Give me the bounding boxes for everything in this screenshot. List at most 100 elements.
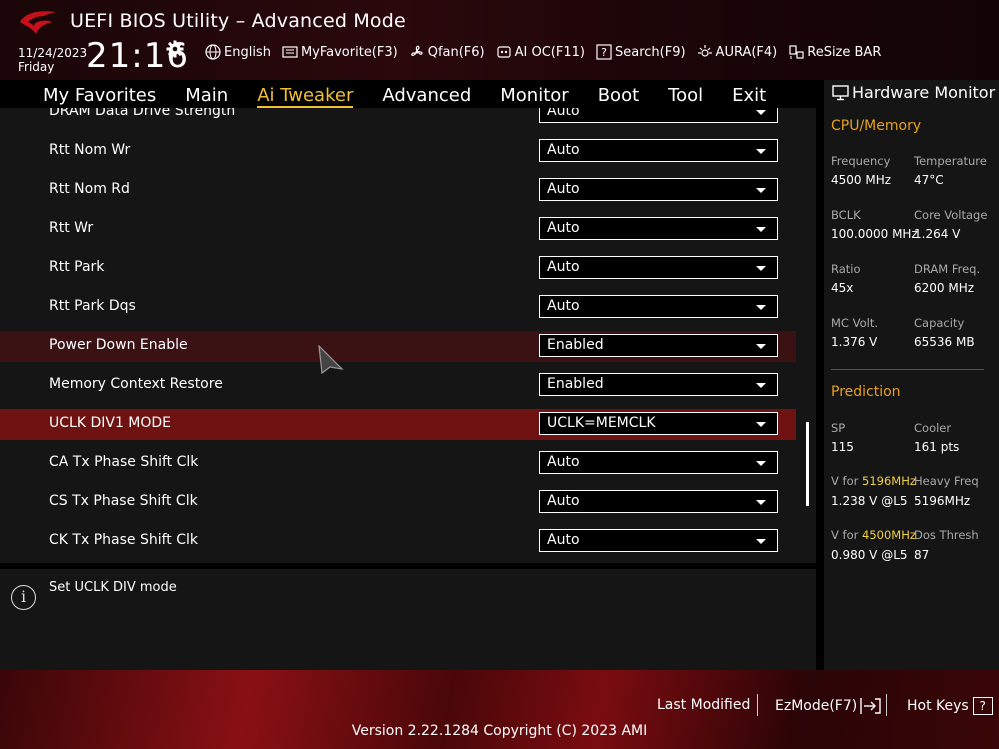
dropdown-value: Auto — [547, 532, 580, 548]
setting-row-ck-tx-phase-shift-clk[interactable]: CK Tx Phase Shift Clk Auto — [0, 526, 796, 557]
cooler-value: 161 pts — [914, 440, 960, 454]
rog-logo-icon — [20, 11, 56, 34]
cooler-label: Cooler — [914, 421, 952, 435]
scrollbar[interactable] — [806, 422, 809, 506]
chevron-down-icon — [756, 539, 766, 544]
v-for-text: V for — [831, 528, 859, 542]
setting-label: Power Down Enable — [49, 337, 188, 353]
dropdown-value: Auto — [547, 454, 580, 470]
chevron-down-icon — [756, 344, 766, 349]
setting-label: Rtt Park — [49, 259, 105, 275]
dram-freq-label: DRAM Freq. — [914, 262, 981, 276]
chevron-down-icon — [756, 188, 766, 193]
setting-dropdown[interactable]: Auto — [539, 295, 778, 318]
v-for-freq2-label: V for 4500MHz — [831, 528, 916, 542]
search-label: Search(F9) — [614, 44, 686, 60]
core-voltage-label: Core Voltage — [914, 208, 988, 222]
tab-tool[interactable]: Tool — [668, 84, 703, 108]
svg-text:?: ? — [601, 46, 607, 59]
aura-label: AURA(F4) — [715, 44, 778, 60]
setting-label: CK Tx Phase Shift Clk — [49, 532, 198, 548]
section-divider — [831, 369, 984, 370]
tab-ai-tweaker[interactable]: Ai Tweaker — [257, 84, 354, 108]
setting-label: CA Tx Phase Shift Clk — [49, 454, 199, 470]
fan-icon — [410, 45, 423, 56]
date-display: 11/24/2023 Friday — [18, 46, 87, 74]
myfavorite-button[interactable]: MyFavorite(F3) — [282, 44, 398, 60]
search-button[interactable]: ? Search(F9) — [596, 44, 686, 60]
dropdown-value: Auto — [547, 298, 580, 314]
setting-dropdown[interactable]: Auto — [539, 490, 778, 513]
resize-bar-button[interactable]: ReSize BAR — [788, 44, 881, 60]
setting-dropdown[interactable]: Auto — [539, 256, 778, 279]
setting-row-ca-tx-phase-shift-clk[interactable]: CA Tx Phase Shift Clk Auto — [0, 448, 796, 479]
setting-row-dram-data-drive-strength[interactable]: DRAM Data Drive Strength Auto — [0, 108, 796, 128]
version-text: Version 2.22.1284 Copyright (C) 2023 AMI — [351, 723, 648, 739]
ezmode-button[interactable]: EzMode(F7) — [775, 697, 882, 715]
setting-row-rtt-wr[interactable]: Rtt Wr Auto — [0, 214, 796, 245]
setting-dropdown[interactable]: UCLK=MEMCLK — [539, 412, 778, 435]
setting-dropdown[interactable]: Auto — [539, 451, 778, 474]
setting-row-rtt-nom-rd[interactable]: Rtt Nom Rd Auto — [0, 175, 796, 206]
favorite-icon — [282, 46, 298, 58]
settings-list: DRAM Data Drive Strength Auto Rtt Nom Wr… — [0, 108, 816, 563]
qfan-button[interactable]: Qfan(F6) — [409, 44, 485, 60]
temperature-value: 47°C — [914, 173, 944, 187]
setting-dropdown[interactable]: Auto — [539, 529, 778, 552]
setting-label: CS Tx Phase Shift Clk — [49, 493, 198, 509]
info-icon: i — [11, 585, 36, 610]
setting-row-rtt-park-dqs[interactable]: Rtt Park Dqs Auto — [0, 292, 796, 323]
setting-row-rtt-nom-wr[interactable]: Rtt Nom Wr Auto — [0, 136, 796, 167]
setting-label: Rtt Nom Rd — [49, 181, 130, 197]
setting-label: Rtt Wr — [49, 220, 94, 236]
resize-bar-label: ReSize BAR — [807, 44, 882, 60]
ai-oc-icon — [497, 46, 511, 58]
dropdown-value: Auto — [547, 181, 580, 197]
chevron-down-icon — [756, 383, 766, 388]
setting-label: Rtt Nom Wr — [49, 142, 131, 158]
setting-label: Rtt Park Dqs — [49, 298, 136, 314]
language-button[interactable]: English — [205, 44, 271, 60]
chevron-down-icon — [756, 461, 766, 466]
mouse-cursor-icon — [318, 345, 344, 375]
hot-keys-label: Hot Keys — [907, 698, 969, 714]
setting-label: Memory Context Restore — [49, 376, 223, 392]
tab-advanced[interactable]: Advanced — [382, 84, 471, 108]
tab-my-favorites[interactable]: My Favorites — [43, 84, 156, 108]
gear-icon[interactable] — [166, 40, 184, 58]
setting-row-rtt-park[interactable]: Rtt Park Auto — [0, 253, 796, 284]
ratio-value: 45x — [831, 281, 854, 295]
v-for-freq1-value: 1.238 V @L5 — [831, 494, 908, 508]
heavy-freq-label: Heavy Freq — [914, 474, 979, 488]
tab-boot[interactable]: Boot — [598, 84, 639, 108]
setting-row-cs-tx-phase-shift-clk[interactable]: CS Tx Phase Shift Clk Auto — [0, 487, 796, 518]
ai-oc-button[interactable]: AI OC(F11) — [496, 44, 585, 60]
help-text: Set UCLK DIV mode — [49, 580, 177, 595]
help-panel: i Set UCLK DIV mode — [0, 569, 816, 670]
setting-dropdown[interactable]: Auto — [539, 108, 778, 123]
setting-row-power-down-enable[interactable]: Power Down Enable Enabled — [0, 331, 796, 362]
setting-row-memory-context-restore[interactable]: Memory Context Restore Enabled — [0, 370, 796, 401]
tab-main[interactable]: Main — [185, 84, 228, 108]
setting-dropdown[interactable]: Auto — [539, 178, 778, 201]
hot-keys-button[interactable]: Hot Keys ? — [907, 697, 993, 715]
aura-button[interactable]: AURA(F4) — [697, 44, 778, 60]
hardware-monitor-panel: Hardware Monitor CPU/Memory Frequency 45… — [824, 80, 999, 670]
core-voltage-value: 1.264 V — [914, 227, 961, 241]
footer-bar: Last Modified EzMode(F7) Hot Keys ? Vers… — [0, 670, 999, 749]
last-modified-button[interactable]: Last Modified — [657, 697, 750, 713]
tab-exit[interactable]: Exit — [732, 84, 766, 108]
sp-label: SP — [831, 421, 846, 435]
v-for-freq2-value: 0.980 V @L5 — [831, 548, 908, 562]
hardware-monitor-title: Hardware Monitor — [832, 83, 995, 102]
setting-dropdown[interactable]: Enabled — [539, 373, 778, 396]
chevron-down-icon — [756, 305, 766, 310]
setting-dropdown[interactable]: Auto — [539, 139, 778, 162]
setting-dropdown[interactable]: Auto — [539, 217, 778, 240]
tab-monitor[interactable]: Monitor — [500, 84, 568, 108]
setting-dropdown[interactable]: Enabled — [539, 334, 778, 357]
app-title: UEFI BIOS Utility – Advanced Mode — [70, 10, 406, 32]
myfavorite-label: MyFavorite(F3) — [300, 44, 398, 60]
setting-row-uclk-div1-mode[interactable]: UCLK DIV1 MODE UCLK=MEMCLK — [0, 409, 796, 440]
chevron-down-icon — [756, 422, 766, 427]
